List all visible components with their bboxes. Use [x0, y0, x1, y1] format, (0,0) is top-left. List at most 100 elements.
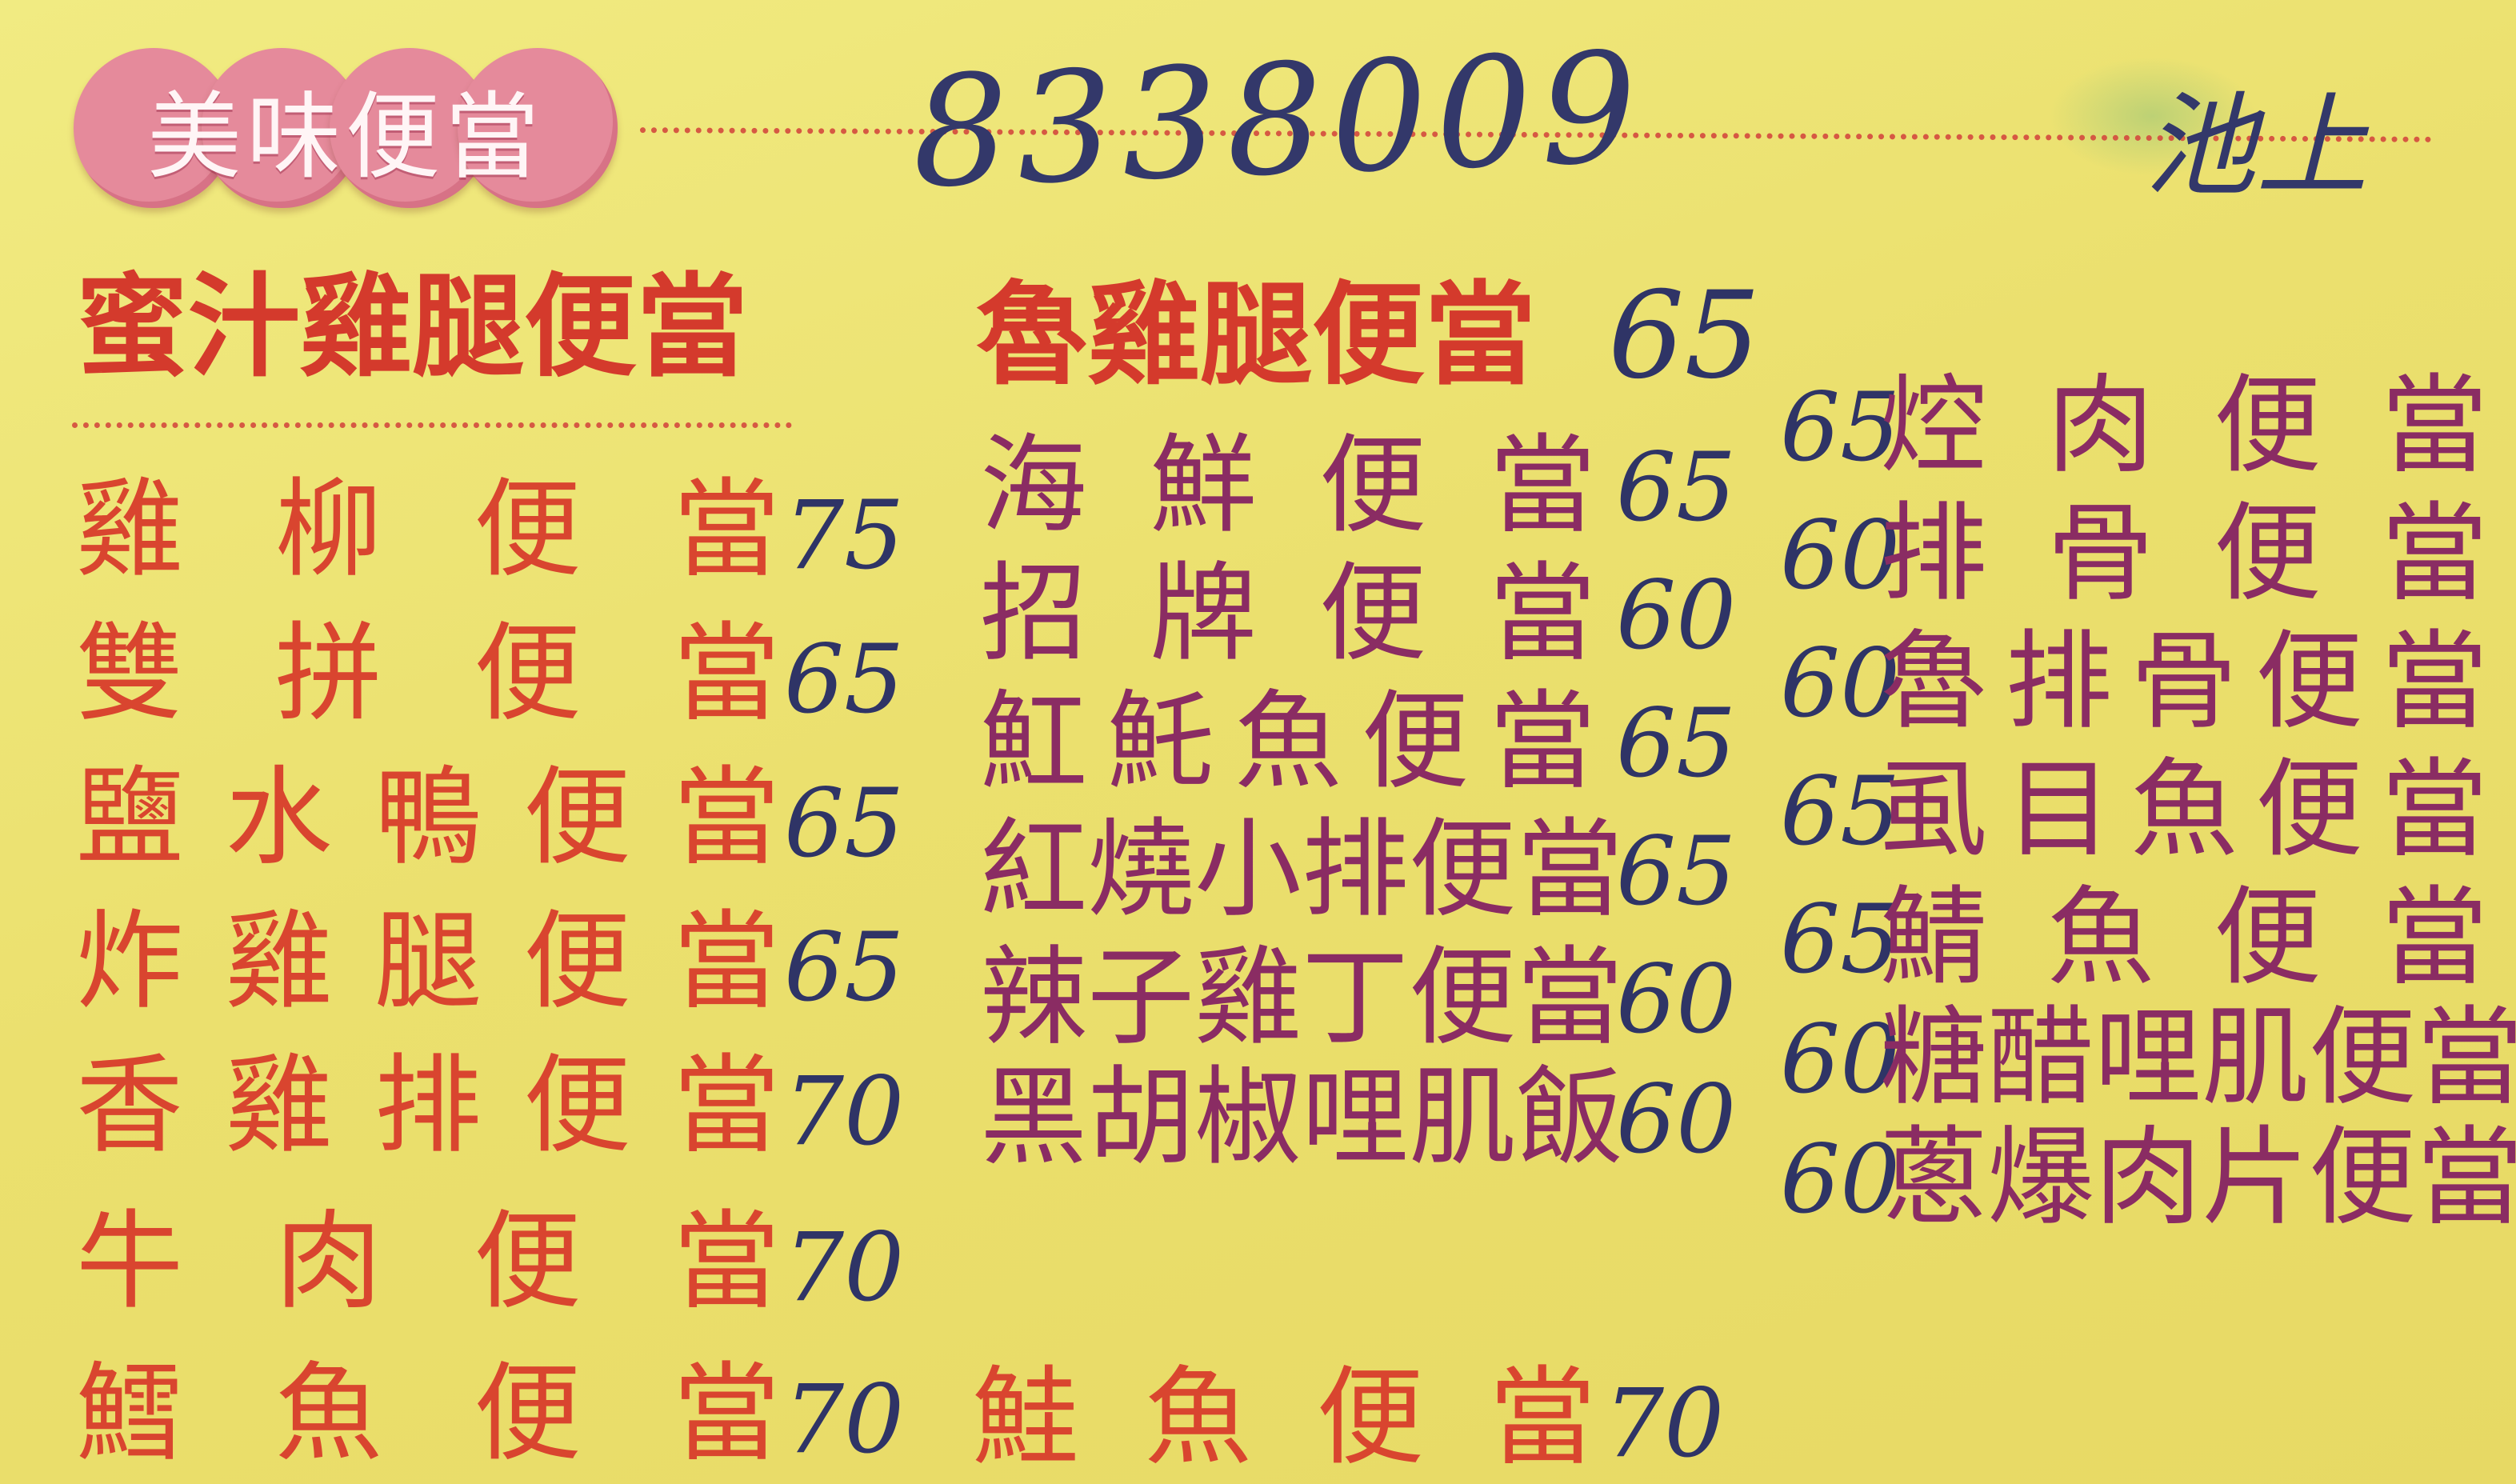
menu-item-char: 當	[2380, 363, 2488, 488]
menu-item-char: 拼	[274, 611, 382, 736]
heading-left: 蜜汁雞腿便當	[76, 262, 749, 393]
menu-item-char: 便	[1361, 679, 1469, 804]
menu-item-char: 飯	[1516, 1055, 1624, 1180]
menu-item-middle-price-1: 60	[1616, 560, 1737, 670]
menu-item-char: 雞	[225, 899, 333, 1024]
menu-item-char: 當	[2380, 875, 2488, 1000]
menu-item-char: 目	[2005, 747, 2113, 872]
menu-item-left-1: 雙拼便當	[76, 620, 780, 727]
menu-item-char: 燒	[1087, 807, 1195, 932]
heading-middle: 魯雞腿便當	[976, 270, 1537, 401]
dotted-line-left	[72, 422, 792, 428]
menu-item-char: 便	[2255, 747, 2363, 872]
menu-item-middle-4: 辣子雞丁便當	[980, 935, 1623, 1060]
menu-item-left-price-6: 70	[784, 1364, 905, 1474]
menu-item-char: 當	[672, 1199, 780, 1324]
menu-item-char: 鱈	[76, 1351, 184, 1476]
menu-item-left-2: 鹽水鴨便當	[76, 764, 780, 871]
menu-item-char: 魠	[1106, 679, 1214, 804]
menu-item-char: 當	[2380, 491, 2488, 616]
menu-item-char: 當	[2380, 747, 2488, 872]
menu-item-middle-price-2: 65	[1616, 688, 1737, 798]
menu-item-left-5: 牛肉便當	[76, 1208, 780, 1315]
menu-item-char: 當	[1516, 935, 1624, 1060]
menu-item-char: 便	[2214, 491, 2322, 616]
menu-item-char: 骨	[2046, 491, 2154, 616]
menu-item-char: 當	[672, 467, 780, 592]
menu-item-middle-3: 紅燒小排便當	[980, 807, 1623, 932]
menu-item-char: 排	[2005, 619, 2113, 744]
menu-item-left-0: 雞柳便當	[76, 476, 780, 583]
menu-item-char: 雞	[1194, 935, 1302, 1060]
menu-item-char: 片	[2202, 1115, 2310, 1240]
menu-item-char: 炸	[76, 899, 184, 1024]
menu-item-char: 便	[523, 1043, 631, 1168]
menu-item-char: 便	[474, 1199, 582, 1324]
menu-item-char: 魚	[2130, 747, 2238, 872]
menu-item-char: 招	[980, 551, 1088, 676]
menu-item-left-4: 香雞排便當	[76, 1052, 780, 1159]
menu-card: 美味便當 8338009 池上 蜜汁雞腿便當 魯雞腿便當 65 鮭魚便當 70 …	[0, 0, 2516, 1484]
menu-item-char: 便	[1318, 423, 1426, 548]
menu-item-bottom-middle: 鮭魚便當	[972, 1364, 1596, 1471]
menu-item-char: 肉	[2094, 1115, 2202, 1240]
menu-item-char: 便	[1316, 1355, 1424, 1480]
menu-item-right-1: 排骨便當	[1880, 500, 2488, 607]
menu-item-char: 便	[474, 611, 582, 736]
menu-item-char: 雞	[225, 1043, 333, 1168]
shop-logo: 美味便當	[74, 48, 618, 208]
menu-item-char: 魚	[1234, 679, 1342, 804]
menu-item-char: 鯖	[1880, 875, 1988, 1000]
menu-item-char: 便	[474, 467, 582, 592]
menu-item-char: 海	[980, 423, 1088, 548]
menu-item-right-6: 蔥爆肉片便當	[1880, 1115, 2516, 1240]
handwritten-phone: 8338009	[909, 19, 1648, 222]
menu-item-char: 當	[672, 899, 780, 1024]
menu-item-char: 肉	[274, 1199, 382, 1324]
menu-item-char: 當	[1516, 807, 1624, 932]
menu-item-char: 魚	[1144, 1355, 1252, 1480]
menu-item-right-5: 糖醋哩肌便當	[1880, 995, 2516, 1120]
menu-item-right-0: 焢肉便當	[1880, 372, 2488, 479]
menu-item-char: 魯	[1880, 619, 1988, 744]
menu-item-right-4: 鯖魚便當	[1880, 884, 2488, 991]
menu-item-char: 丁	[1302, 935, 1410, 1060]
menu-item-left-price-4: 70	[784, 1056, 905, 1166]
menu-item-char: 便	[2309, 1115, 2417, 1240]
menu-item-char: 蔥	[1880, 1115, 1988, 1240]
menu-item-char: 虱	[1880, 747, 1988, 872]
menu-item-char: 當	[2416, 1115, 2516, 1240]
menu-item-left-price-3: 65	[784, 912, 905, 1022]
menu-item-char: 便	[2255, 619, 2363, 744]
menu-item-char: 排	[1302, 807, 1410, 932]
menu-item-char: 骨	[2130, 619, 2238, 744]
menu-item-left-6: 鱈魚便當	[76, 1360, 780, 1467]
menu-item-char: 哩	[1302, 1055, 1410, 1180]
menu-item-char: 當	[672, 1043, 780, 1168]
menu-item-char: 當	[2416, 995, 2516, 1120]
menu-item-char: 焢	[1880, 363, 1988, 488]
menu-item-middle-5: 黑胡椒哩肌飯	[980, 1055, 1623, 1180]
menu-item-char: 柳	[274, 467, 382, 592]
menu-item-char: 紅	[980, 807, 1088, 932]
handwritten-place: 池上	[2144, 82, 2369, 212]
menu-item-char: 香	[76, 1043, 184, 1168]
menu-item-char: 當	[672, 611, 780, 736]
menu-item-middle-price-3: 65	[1616, 816, 1737, 926]
menu-item-char: 排	[1880, 491, 1988, 616]
menu-item-char: 醋	[1987, 995, 2095, 1120]
menu-item-char: 排	[374, 1043, 482, 1168]
menu-item-char: 便	[2214, 875, 2322, 1000]
menu-item-char: 當	[1488, 679, 1596, 804]
menu-item-left-3: 炸雞腿便當	[76, 908, 780, 1015]
menu-item-char: 便	[474, 1351, 582, 1476]
menu-item-char: 牌	[1149, 551, 1257, 676]
menu-item-char: 當	[672, 1351, 780, 1476]
menu-item-right-3: 虱目魚便當	[1880, 756, 2488, 863]
menu-item-char: 水	[225, 755, 333, 880]
menu-item-middle-0: 海鮮便當	[980, 432, 1596, 539]
menu-item-left-price-1: 65	[784, 624, 905, 734]
menu-item-middle-2: 魟魠魚便當	[980, 688, 1596, 795]
menu-item-char: 當	[1488, 1355, 1596, 1480]
menu-item-char: 辣	[980, 935, 1088, 1060]
